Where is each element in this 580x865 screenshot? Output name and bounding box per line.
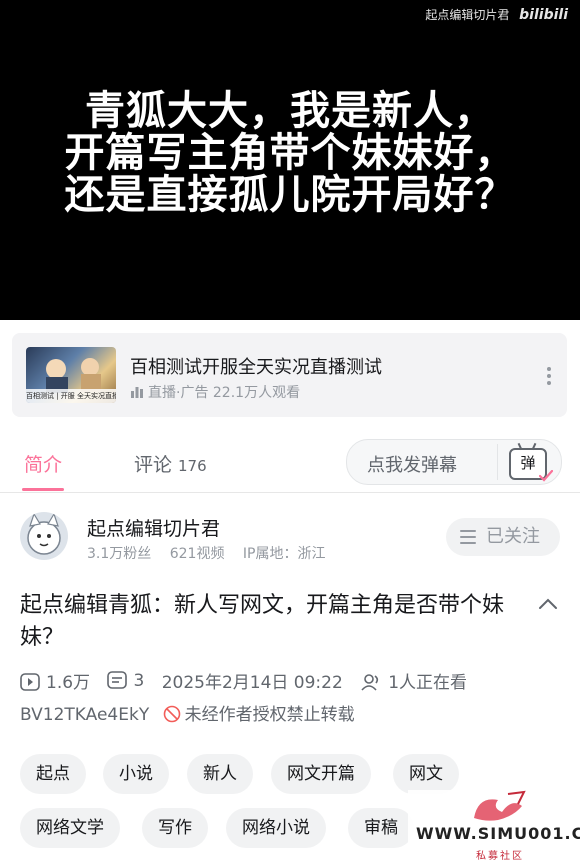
tv-antenna-icon bbox=[517, 442, 523, 451]
caption-line: 开篇写主角带个妹妹好， bbox=[64, 129, 516, 176]
live-bars-icon bbox=[131, 387, 143, 398]
tag-chip[interactable]: 网络小说 bbox=[226, 808, 326, 848]
author-row: 起点编辑切片君 3.1万粉丝 621视频 IP属地：浙江 已关注 bbox=[0, 496, 580, 576]
tab-intro[interactable]: 简介 bbox=[24, 450, 62, 477]
check-icon bbox=[539, 470, 553, 482]
chevron-up-icon[interactable] bbox=[538, 598, 558, 610]
tag-chip[interactable]: 起点 bbox=[20, 754, 86, 794]
avatar[interactable] bbox=[20, 512, 68, 560]
more-icon[interactable] bbox=[547, 367, 551, 388]
tag-chip[interactable]: 网络文学 bbox=[20, 808, 120, 848]
tab-comments[interactable]: 评论 176 bbox=[134, 450, 207, 477]
caption-line: 青狐大大，我是新人， bbox=[85, 87, 495, 134]
follow-label: 已关注 bbox=[486, 526, 540, 547]
play-stat: 1.6万 bbox=[20, 668, 90, 693]
comments-count: 176 bbox=[178, 457, 207, 475]
tag-chip[interactable]: 新人 bbox=[187, 754, 253, 794]
copyright-notice: 未经作者授权禁止转载 bbox=[163, 705, 355, 725]
video-stats: 1.6万 3 2025年2月14日 09:22 1人正在看 bbox=[20, 668, 479, 693]
ad-meta: 直播·广告 22.1万人观看 bbox=[130, 382, 300, 402]
site-watermark: WWW.SIMU001.CN 私募社区 bbox=[408, 790, 580, 865]
caption-line: 还是直接孤儿院开局好？ bbox=[64, 171, 516, 218]
watching-now: 1人正在看 bbox=[388, 673, 468, 693]
ad-thumb-caption: 百相测试 | 开服 全天实况直播 bbox=[26, 389, 116, 403]
danmaku-count: 3 bbox=[133, 670, 145, 691]
fans-count: 3.1万粉丝 bbox=[87, 546, 152, 562]
tag-chip[interactable]: 小说 bbox=[103, 754, 169, 794]
ip-location: IP属地：浙江 bbox=[242, 546, 326, 562]
viewers-icon bbox=[361, 674, 379, 691]
follow-button[interactable]: 已关注 bbox=[446, 518, 560, 556]
danmaku-button-label: 弹 bbox=[520, 454, 536, 472]
tab-active-indicator bbox=[22, 488, 64, 491]
play-count: 1.6万 bbox=[46, 673, 91, 693]
author-name[interactable]: 起点编辑切片君 bbox=[87, 514, 220, 541]
no-repost-icon bbox=[163, 705, 180, 723]
ad-thumbnail[interactable]: 百相测试 | 开服 全天实况直播 bbox=[26, 347, 116, 403]
play-count-icon bbox=[20, 673, 40, 691]
danmaku-placeholder: 点我发弹幕 bbox=[367, 455, 457, 476]
tag-chip[interactable]: 写作 bbox=[142, 808, 208, 848]
tab-bar: 简介 评论 176 点我发弹幕 弹 bbox=[0, 432, 580, 493]
danmaku-stat: 3 bbox=[107, 671, 144, 691]
watching-stat: 1人正在看 bbox=[360, 668, 467, 693]
tag-chip[interactable]: 审稿 bbox=[348, 808, 414, 848]
author-stats: 3.1万粉丝 621视频 IP属地：浙江 bbox=[87, 543, 339, 563]
video-watermark: 起点编辑切片君 bilibili bbox=[425, 6, 568, 23]
bv-id: BV12TKAe4EkY bbox=[20, 705, 150, 725]
tag-chip[interactable]: 网文 bbox=[393, 754, 459, 794]
bv-line: BV12TKAe4EkY 未经作者授权禁止转载 bbox=[20, 700, 355, 725]
danmaku-divider bbox=[497, 444, 498, 480]
copyright-text: 未经作者授权禁止转载 bbox=[184, 705, 355, 725]
ad-meta-text: 直播·广告 22.1万人观看 bbox=[148, 385, 301, 401]
fox-avatar-icon bbox=[27, 512, 61, 555]
watermark-sub: 私募社区 bbox=[476, 851, 524, 862]
video-player[interactable]: 起点编辑切片君 bilibili 青狐大大，我是新人， 开篇写主角带个妹妹好， … bbox=[0, 0, 580, 320]
danmaku-input[interactable]: 点我发弹幕 弹 bbox=[346, 439, 562, 485]
ad-section: 百相测试 | 开服 全天实况直播 百相测试开服全天实况直播测试 直播·广告 22… bbox=[0, 320, 580, 430]
watermark-site: WWW.SIMU001.CN bbox=[416, 824, 580, 843]
bilibili-logo: bilibili bbox=[519, 7, 568, 23]
publish-date: 2025年2月14日 09:22 bbox=[161, 673, 343, 693]
tv-antenna-icon bbox=[531, 442, 537, 451]
ad-title[interactable]: 百相测试开服全天实况直播测试 bbox=[130, 353, 382, 379]
menu-icon bbox=[460, 530, 476, 548]
video-title: 起点编辑青狐：新人写网文，开篇主角是否带个妹妹？ bbox=[20, 593, 505, 650]
watermark-logo-icon bbox=[474, 790, 526, 821]
danmaku-count-icon bbox=[107, 670, 128, 689]
video-caption: 青狐大大，我是新人， 开篇写主角带个妹妹好， 还是直接孤儿院开局好？ bbox=[0, 90, 580, 216]
uploader-tag: 起点编辑切片君 bbox=[425, 8, 510, 22]
danmaku-toggle-button[interactable]: 弹 bbox=[509, 442, 553, 482]
ad-card[interactable]: 百相测试 | 开服 全天实况直播 百相测试开服全天实况直播测试 直播·广告 22… bbox=[12, 333, 567, 417]
tab-comments-label: 评论 bbox=[134, 454, 173, 476]
tag-chip[interactable]: 网文开篇 bbox=[271, 754, 371, 794]
video-count: 621视频 bbox=[169, 546, 225, 562]
